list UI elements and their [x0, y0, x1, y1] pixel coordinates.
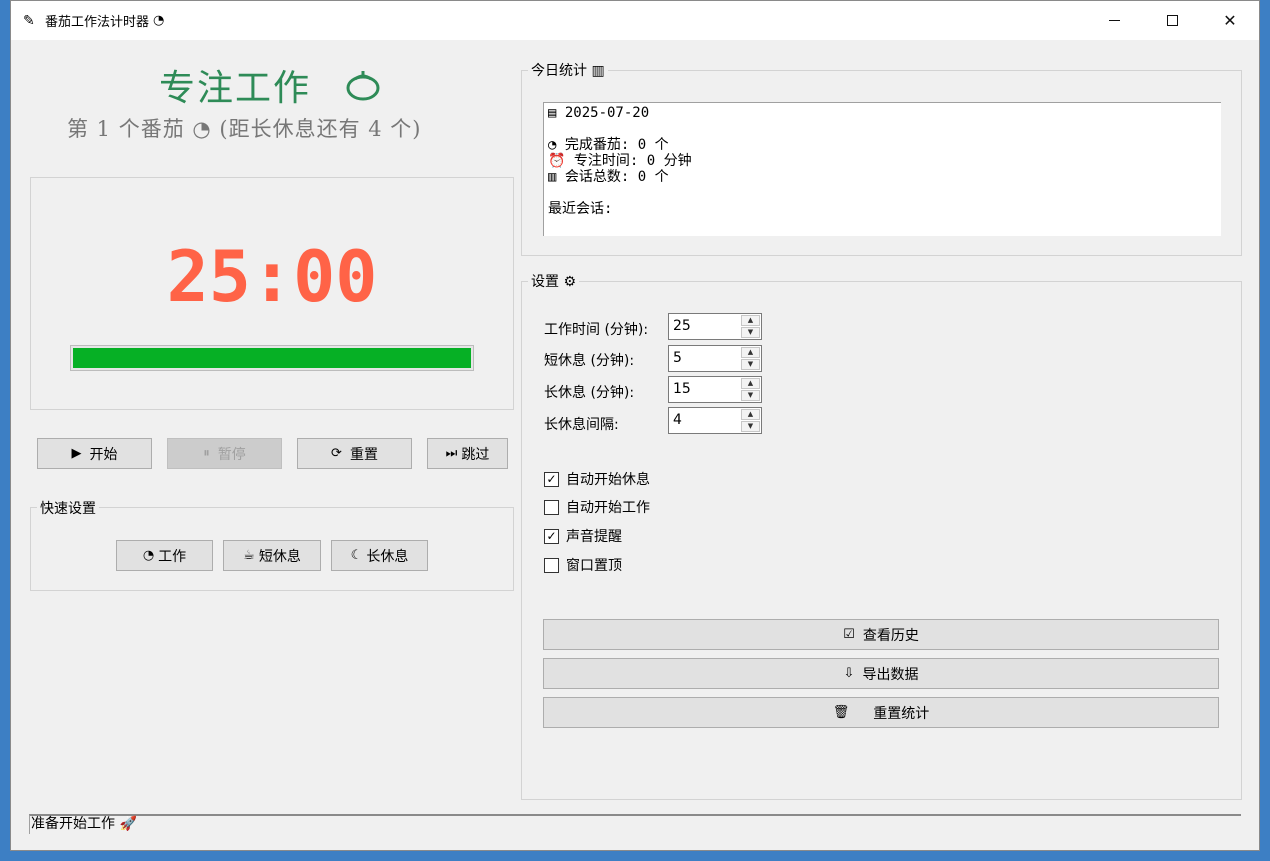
stats-focus-time: ⏰ 专注时间: 0 分钟 — [548, 153, 692, 169]
play-icon: ▶ — [71, 446, 82, 461]
stats-completed: ◔ 完成番茄: 0 个 — [548, 137, 669, 153]
arrow-down-icon[interactable]: ▼ — [741, 327, 760, 338]
tomato-icon — [346, 71, 380, 101]
pause-label: 暂停 — [217, 446, 246, 463]
arrow-down-icon[interactable]: ▼ — [741, 421, 760, 432]
skip-button[interactable]: ⏭ 跳过 — [427, 438, 508, 469]
stats-date: ▤ 2025-07-20 — [548, 105, 650, 121]
maximize-icon — [1166, 15, 1178, 26]
maximize-button[interactable] — [1143, 1, 1201, 40]
auto-start-break-checkbox[interactable]: ✓ 自动开始休息 — [544, 469, 650, 489]
sound-alert-checkbox[interactable]: ✓ 声音提醒 — [544, 526, 622, 546]
start-label: 开始 — [89, 446, 118, 463]
short-break-spinbox[interactable]: 5 ▲ ▼ — [668, 345, 762, 372]
checkbox-box[interactable] — [544, 557, 559, 573]
app-window: ✎ 番茄工作法计时器 ◔ ✕ 专注工作 第 1 个番茄 ◔ (距长休息还有 4 … — [10, 0, 1260, 851]
work-time-spinbox[interactable]: 25 ▲ ▼ — [668, 313, 762, 340]
long-break-label: 长休息 (分钟): — [544, 385, 635, 401]
arrow-up-icon[interactable]: ▲ — [741, 315, 760, 326]
feather-icon: ✎ — [23, 12, 35, 29]
long-break-value: 15 — [673, 381, 691, 397]
long-break-arrows[interactable]: ▲ ▼ — [741, 378, 760, 401]
quick-work-label: 工作 — [158, 548, 187, 565]
trash-icon: 🗑 — [832, 705, 850, 720]
arrow-down-icon[interactable]: ▼ — [741, 390, 760, 401]
tomato-icon: ◔ — [153, 13, 165, 28]
tomato-icon: ◔ — [142, 548, 155, 563]
interval-label: 长休息间隔: — [544, 417, 619, 433]
auto-start-work-label: 自动开始工作 — [566, 500, 650, 516]
today-stats-group: 今日统计 ▥ ▤ 2025-07-20 ◔ 完成番茄: 0 个 ⏰ 专注时间: … — [521, 60, 1242, 256]
export-data-label: 导出数据 — [862, 666, 919, 683]
auto-start-work-checkbox[interactable]: 自动开始工作 — [544, 497, 650, 517]
checkbox-box[interactable] — [544, 499, 559, 515]
settings-label: 设置 ⚙ — [528, 271, 580, 291]
quick-long-break-label: 长休息 — [366, 548, 409, 565]
stats-text-area[interactable]: ▤ 2025-07-20 ◔ 完成番茄: 0 个 ⏰ 专注时间: 0 分钟 ▥ … — [543, 102, 1221, 236]
interval-arrows[interactable]: ▲ ▼ — [741, 409, 760, 432]
skip-label: 跳过 — [461, 446, 490, 463]
sound-alert-label: 声音提醒 — [566, 529, 622, 545]
export-data-button[interactable]: ⇩ 导出数据 — [543, 658, 1219, 689]
minimize-icon — [1108, 20, 1120, 21]
arrow-down-icon[interactable]: ▼ — [741, 359, 760, 370]
chart-icon: ☑ — [843, 627, 855, 642]
today-stats-label: 今日统计 ▥ — [528, 60, 608, 80]
stats-recent: 最近会话: — [548, 201, 613, 217]
interval-spinbox[interactable]: 4 ▲ ▼ — [668, 407, 762, 434]
pause-icon: ⏸ — [203, 446, 210, 461]
short-break-value: 5 — [673, 350, 682, 366]
status-text: 准备开始工作 🚀 — [31, 816, 137, 832]
arrow-up-icon[interactable]: ▲ — [741, 409, 760, 420]
status-bar: 准备开始工作 🚀 — [29, 814, 1241, 834]
interval-value: 4 — [673, 412, 682, 428]
close-button[interactable]: ✕ — [1201, 1, 1259, 40]
checkbox-box[interactable]: ✓ — [544, 471, 559, 487]
pause-button[interactable]: ⏸ 暂停 — [167, 438, 282, 469]
reset-button[interactable]: ⟳ 重置 — [297, 438, 412, 469]
mode-title: 专注工作 — [159, 68, 312, 109]
arrow-up-icon[interactable]: ▲ — [741, 378, 760, 389]
title-bar[interactable]: ✎ 番茄工作法计时器 ◔ ✕ — [11, 1, 1259, 40]
quick-work-button[interactable]: ◔ 工作 — [116, 540, 213, 571]
pomodoro-counter: 第 1 个番茄 ◔ (距长休息还有 4 个) — [67, 117, 422, 141]
long-break-spinbox[interactable]: 15 ▲ ▼ — [668, 376, 762, 403]
view-history-label: 查看历史 — [862, 627, 919, 644]
checkbox-box[interactable]: ✓ — [544, 528, 559, 544]
auto-start-break-label: 自动开始休息 — [566, 472, 650, 488]
reset-stats-button[interactable]: 🗑 重置统计 — [543, 697, 1219, 728]
short-break-label: 短休息 (分钟): — [544, 353, 635, 369]
work-time-label: 工作时间 (分钟): — [544, 322, 649, 338]
always-on-top-checkbox[interactable]: 窗口置顶 — [544, 555, 622, 575]
stats-spacer — [548, 185, 1217, 201]
skip-icon: ⏭ — [445, 446, 458, 461]
stats-spacer — [548, 121, 1217, 137]
window-title: 番茄工作法计时器 — [45, 15, 150, 30]
reset-stats-label: 重置统计 — [873, 705, 930, 722]
reset-label: 重置 — [349, 446, 378, 463]
progress-fill — [73, 348, 471, 368]
timer-progress-bar — [70, 345, 474, 371]
view-history-button[interactable]: ☑ 查看历史 — [543, 619, 1219, 650]
quick-long-break-button[interactable]: ☾ 长休息 — [331, 540, 428, 571]
always-on-top-label: 窗口置顶 — [566, 558, 622, 574]
timer-frame: 25:00 — [30, 177, 514, 410]
arrow-up-icon[interactable]: ▲ — [741, 347, 760, 358]
coffee-icon: ☕ — [243, 548, 255, 563]
quick-settings-label: 快速设置 — [37, 498, 99, 518]
start-button[interactable]: ▶ 开始 — [37, 438, 152, 469]
quick-short-break-button[interactable]: ☕ 短休息 — [223, 540, 321, 571]
close-icon: ✕ — [1223, 11, 1237, 30]
export-icon: ⇩ — [843, 666, 855, 681]
short-break-arrows[interactable]: ▲ ▼ — [741, 347, 760, 370]
moon-icon: ☾ — [350, 548, 363, 563]
reset-icon: ⟳ — [331, 446, 342, 461]
work-time-arrows[interactable]: ▲ ▼ — [741, 315, 760, 338]
quick-settings-group: 快速设置 ◔ 工作 ☕ 短休息 ☾ 长休息 — [30, 498, 514, 591]
stats-sessions: ▥ 会话总数: 0 个 — [548, 169, 669, 185]
timer-display: 25:00 — [166, 236, 378, 318]
quick-short-break-label: 短休息 — [258, 548, 301, 565]
minimize-button[interactable] — [1085, 1, 1143, 40]
work-time-value: 25 — [673, 318, 691, 334]
